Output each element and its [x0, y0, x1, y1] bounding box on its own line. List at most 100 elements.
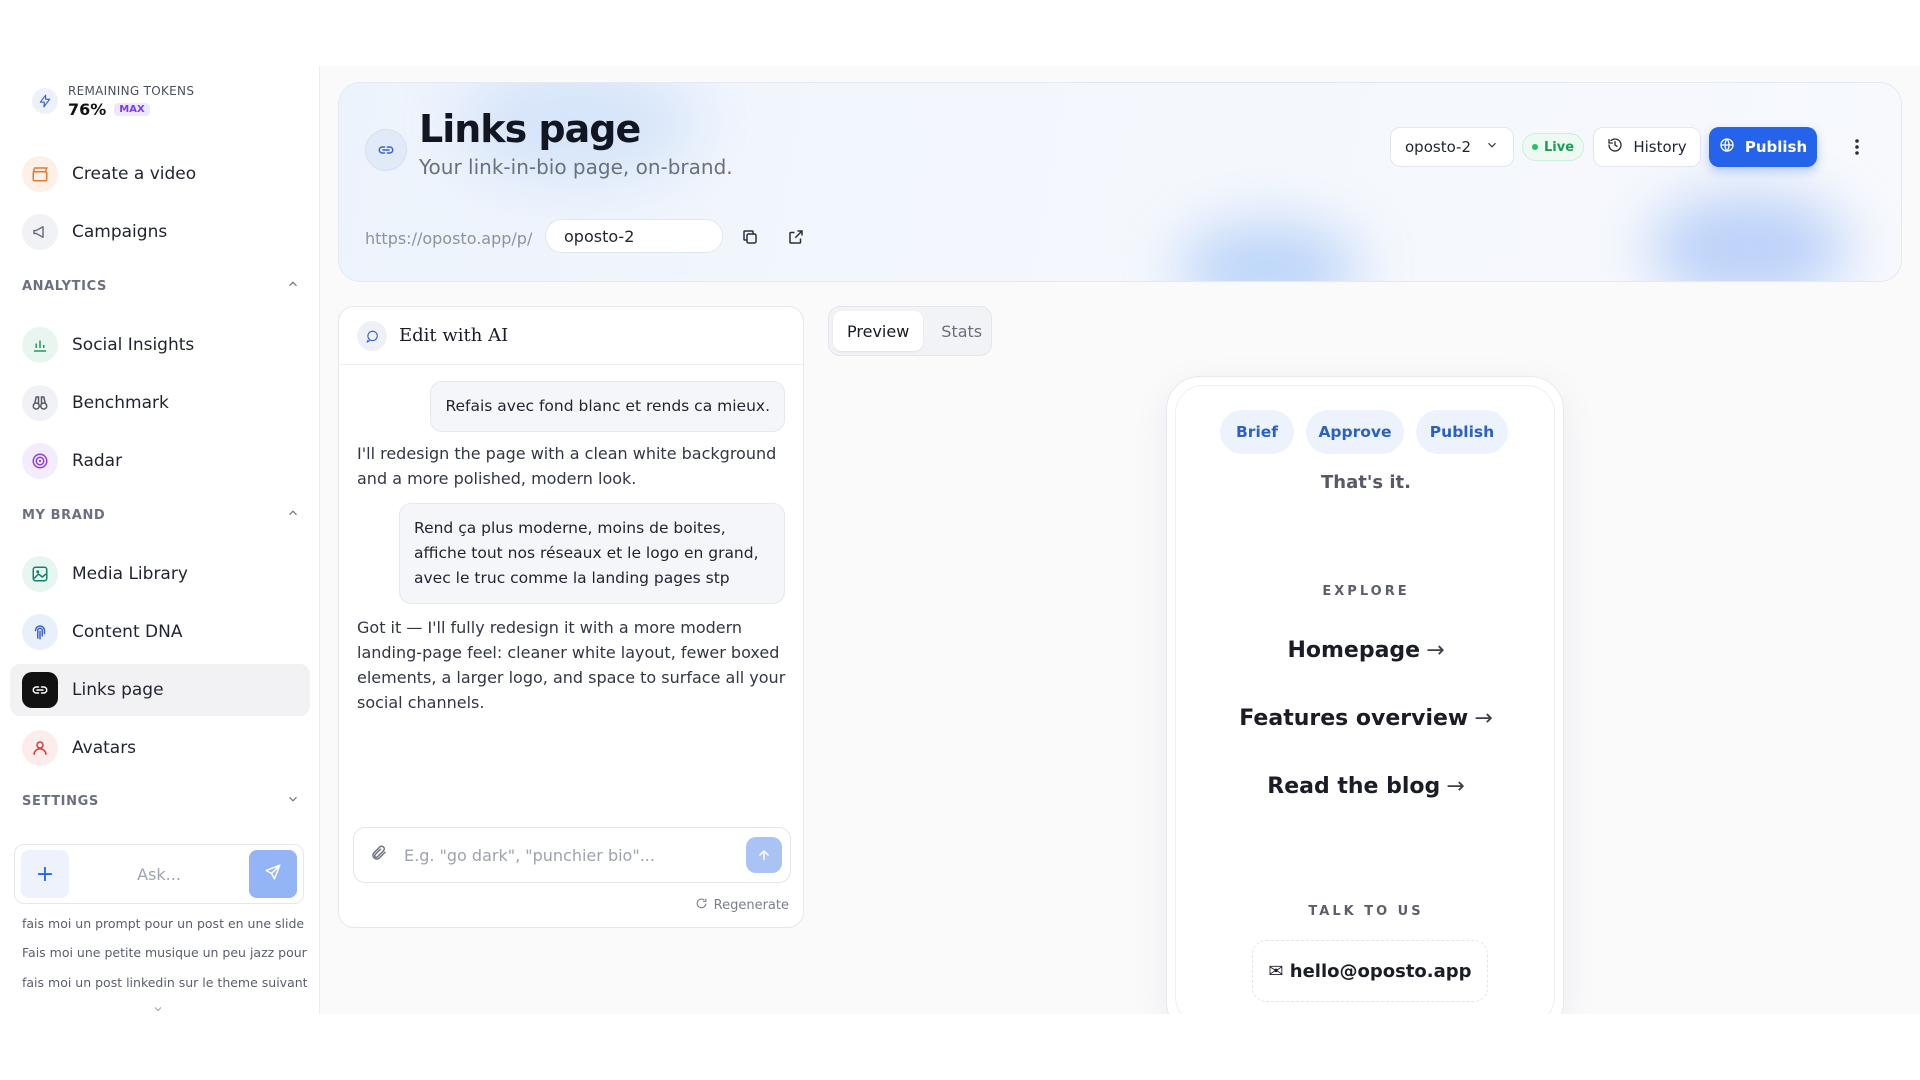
chat-bubble-icon: [357, 320, 387, 351]
status-label: Live: [1543, 139, 1575, 155]
image-icon: [22, 556, 58, 592]
sidebar-item-create-video[interactable]: Create a video: [10, 148, 310, 200]
external-link-icon[interactable]: [781, 222, 811, 252]
arrow-right-icon: →: [1446, 774, 1465, 799]
history-button[interactable]: History: [1593, 127, 1701, 167]
send-button[interactable]: [249, 850, 297, 898]
sidebar-item-label: Links page: [72, 680, 164, 700]
lightning-icon: [32, 88, 58, 114]
slug-input[interactable]: oposto-2: [545, 219, 723, 253]
app-window: REMAINING TOKENS 76% MAX Create a video …: [0, 66, 1920, 1014]
status-badge: Live: [1522, 133, 1584, 161]
sidebar-item-campaigns[interactable]: Campaigns: [10, 206, 310, 258]
sidebar-item-label: Content DNA: [72, 622, 183, 642]
tab-stats[interactable]: Stats: [927, 311, 996, 351]
publish-button[interactable]: Publish: [1709, 127, 1817, 167]
section-settings[interactable]: SETTINGS: [22, 789, 300, 813]
project-select[interactable]: oposto-2: [1390, 127, 1514, 167]
send-prompt-button[interactable]: [746, 837, 782, 873]
history-label: History: [1633, 138, 1687, 156]
sidebar-item-radar[interactable]: Radar: [10, 435, 310, 487]
sidebar-item-media-library[interactable]: Media Library: [10, 548, 310, 600]
chevron-down-icon[interactable]: [152, 1000, 164, 1014]
arrow-right-icon: →: [1426, 638, 1445, 663]
page-subtitle: Your link-in-bio page, on-brand.: [419, 155, 733, 179]
tokens-value: 76%: [68, 99, 107, 119]
sidebar-item-content-dna[interactable]: Content DNA: [10, 606, 310, 658]
tab-preview[interactable]: Preview: [833, 311, 924, 351]
section-title: ANALYTICS: [22, 278, 107, 294]
section-title: SETTINGS: [22, 793, 99, 809]
url-prefix: https://oposto.app/p/: [365, 229, 533, 248]
ai-panel-header: Edit with AI: [339, 307, 803, 365]
phone-screen: Brief Approve Publish That's it. EXPLORE…: [1175, 385, 1555, 1014]
user-message: Rend ça plus moderne, moins de boites, a…: [399, 503, 785, 604]
sidebar-item-links-page[interactable]: Links page: [10, 664, 310, 716]
sidebar-item-avatars[interactable]: Avatars: [10, 722, 310, 774]
megaphone-icon: [22, 214, 58, 250]
preview-link-blog[interactable]: Read the blog →: [1176, 774, 1556, 799]
tagline: That's it.: [1321, 472, 1411, 493]
bar-chart-icon: [22, 327, 58, 363]
tokens-label: REMAINING TOKENS: [68, 83, 195, 98]
send-icon: [264, 863, 282, 885]
sidebar-item-label: Create a video: [72, 164, 197, 184]
ask-input[interactable]: Ask...: [69, 865, 249, 884]
ai-prompt-input[interactable]: E.g. "go dark", "punchier bio"...: [353, 827, 791, 883]
arrow-right-icon: →: [1474, 706, 1493, 731]
more-options-icon[interactable]: [1845, 131, 1869, 163]
sidebar: REMAINING TOKENS 76% MAX Create a video …: [0, 66, 320, 1014]
email-link[interactable]: ✉ hello@oposto.app: [1252, 940, 1488, 1002]
sidebar-item-label: Radar: [72, 451, 123, 471]
chip-brief[interactable]: Brief: [1220, 410, 1294, 454]
link-label: Homepage: [1287, 638, 1421, 663]
sidebar-item-label: Media Library: [72, 564, 188, 584]
history-item[interactable]: fais moi un prompt pour un post en une s…: [22, 916, 307, 931]
regenerate-button[interactable]: Regenerate: [695, 897, 789, 914]
history-item[interactable]: fais moi un post linkedin sur le theme s…: [22, 975, 307, 990]
sidebar-item-social-insights[interactable]: Social Insights: [10, 319, 310, 371]
ask-box: + Ask...: [14, 844, 304, 904]
history-item[interactable]: Fais moi une petite musique un peu jazz …: [22, 945, 307, 960]
section-analytics[interactable]: ANALYTICS: [22, 274, 300, 298]
chevron-down-icon: [1485, 138, 1499, 156]
section-my-brand[interactable]: MY BRAND: [22, 503, 300, 527]
sidebar-item-benchmark[interactable]: Benchmark: [10, 377, 310, 429]
talk-to-us-heading: TALK TO US: [1308, 904, 1424, 919]
chip-approve[interactable]: Approve: [1306, 410, 1404, 454]
sidebar-item-label: Social Insights: [72, 335, 195, 355]
link-icon: [365, 129, 407, 171]
clapperboard-icon: [22, 156, 58, 192]
radar-icon: [22, 443, 58, 479]
links-page-header: Links page Your link-in-bio page, on-bra…: [338, 82, 1902, 282]
binoculars-icon: [22, 385, 58, 421]
preview-link-homepage[interactable]: Homepage →: [1176, 638, 1556, 663]
arrow-up-icon: [759, 849, 769, 861]
publish-label: Publish: [1744, 138, 1808, 156]
globe-icon: [1719, 137, 1735, 157]
sidebar-item-label: Benchmark: [72, 393, 169, 413]
plan-badge: MAX: [114, 102, 150, 116]
user-message: Refais avec fond blanc et rends ca mieux…: [430, 381, 785, 432]
assistant-message: Got it — I'll fully redesign it with a m…: [357, 618, 786, 712]
add-attachment-button[interactable]: +: [21, 850, 69, 898]
history-icon: [1607, 137, 1623, 157]
chip-publish[interactable]: Publish: [1416, 410, 1508, 454]
edit-with-ai-panel: Edit with AI Refais avec fond blanc et r…: [338, 306, 804, 928]
ai-panel-title: Edit with AI: [399, 325, 509, 346]
sidebar-item-label: Campaigns: [72, 222, 168, 242]
chevron-up-icon: [286, 506, 300, 524]
chevron-down-icon: [286, 792, 300, 810]
copy-icon[interactable]: [735, 222, 765, 252]
sidebar-item-label: Avatars: [72, 738, 137, 758]
assistant-message: I'll redesign the page with a clean whit…: [357, 444, 777, 488]
fingerprint-icon: [22, 614, 58, 650]
page-title: Links page: [419, 107, 641, 151]
preview-link-features[interactable]: Features overview →: [1176, 706, 1556, 731]
regenerate-label: Regenerate: [713, 898, 789, 913]
paperclip-icon[interactable]: [370, 844, 388, 866]
project-select-value: oposto-2: [1405, 138, 1471, 156]
section-title: MY BRAND: [22, 507, 106, 523]
view-tabs: Preview Stats: [828, 306, 992, 356]
user-icon: [22, 730, 58, 766]
